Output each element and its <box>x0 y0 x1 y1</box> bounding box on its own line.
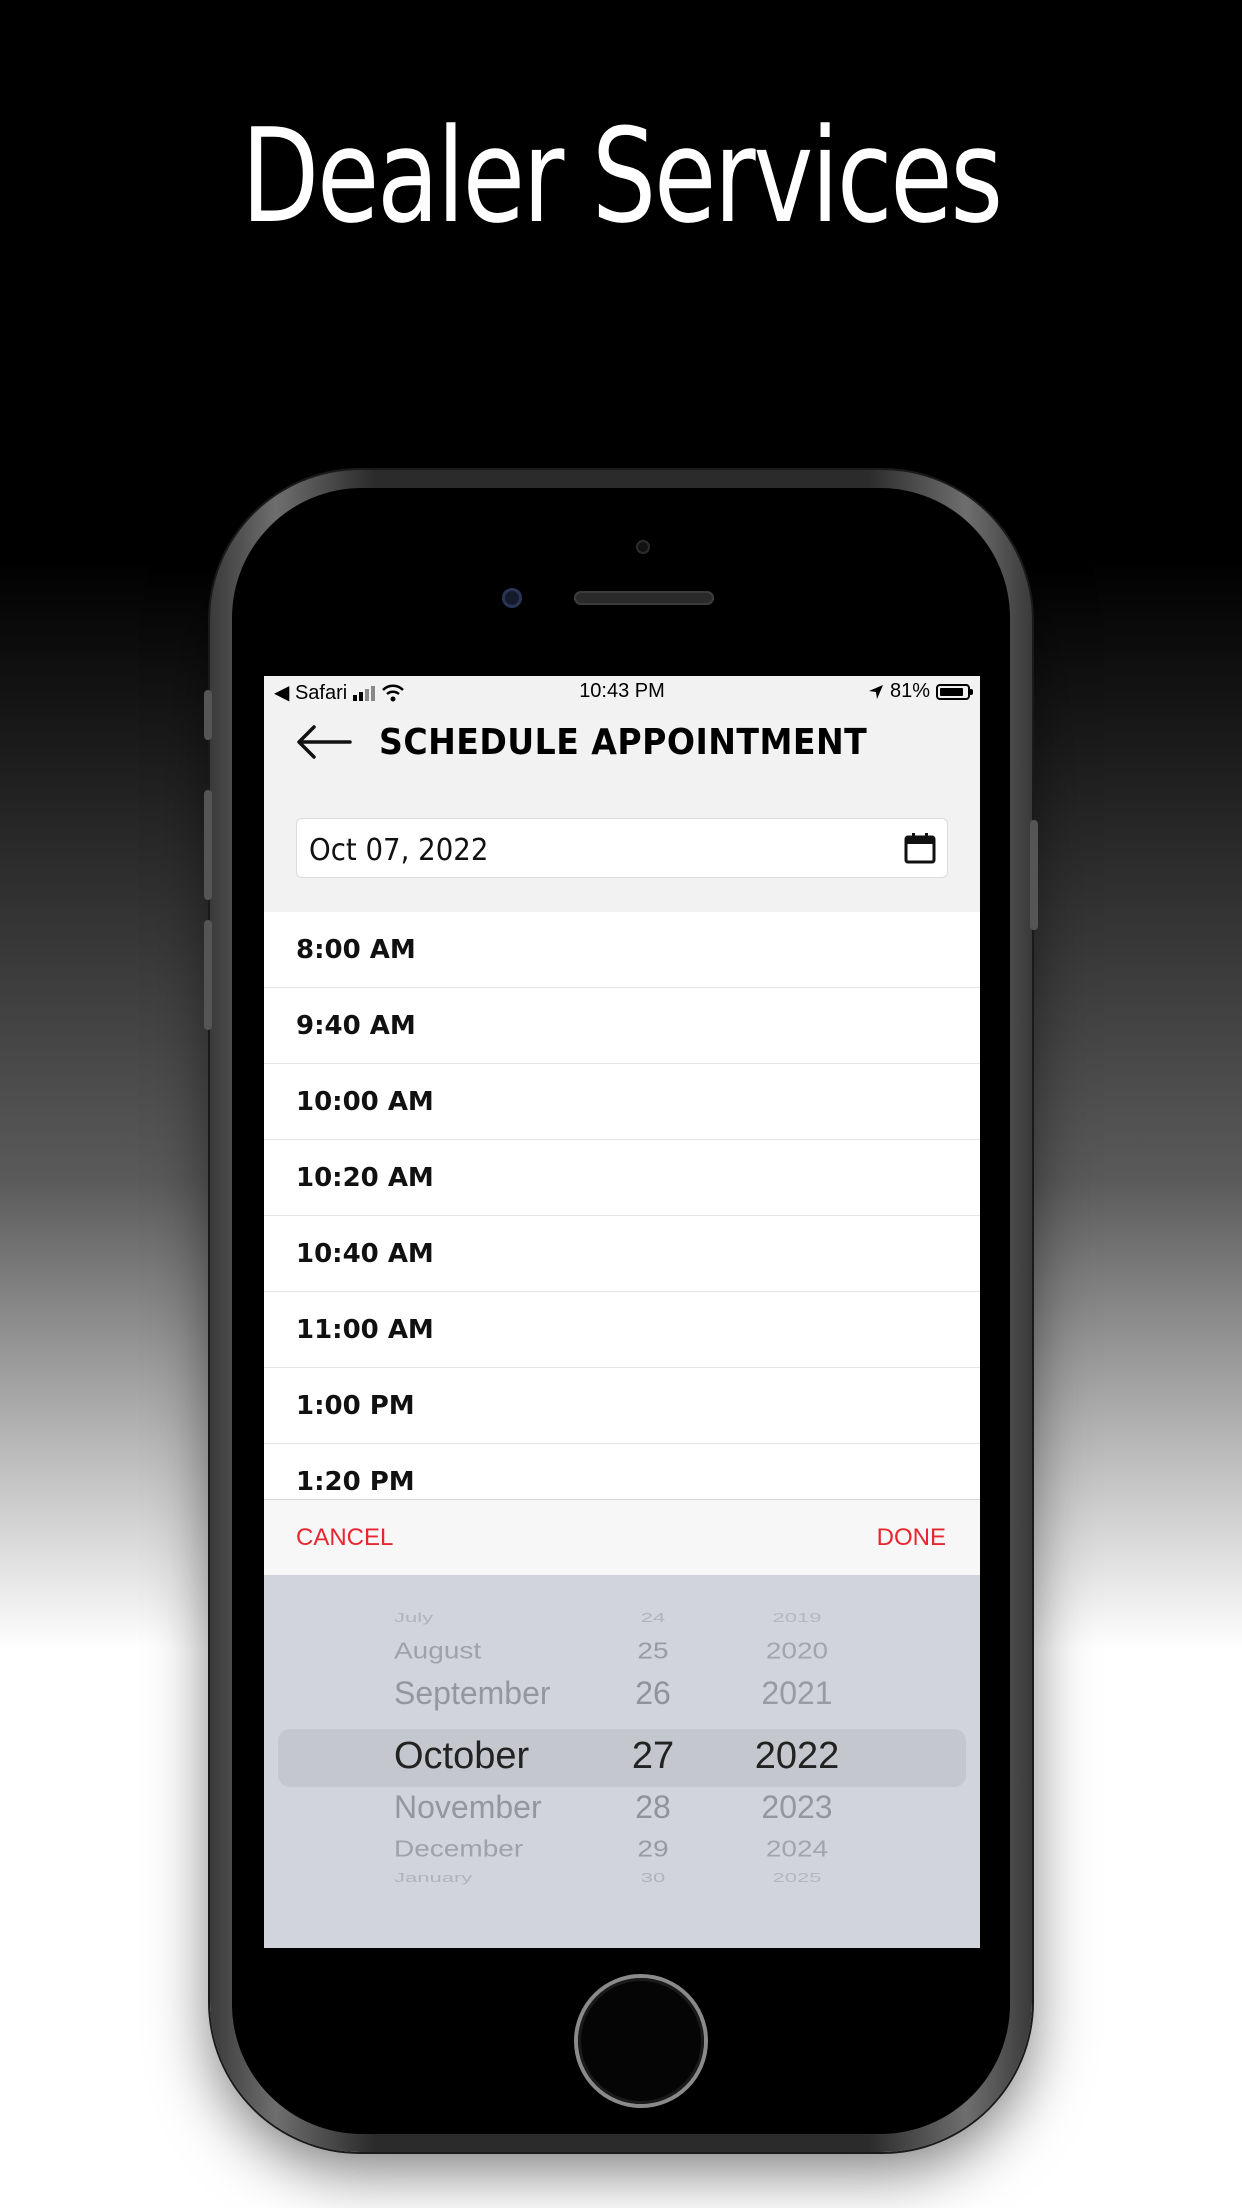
picker-day-item[interactable]: 26 <box>618 1675 688 1712</box>
picker-day-item[interactable]: 30 <box>618 1870 688 1886</box>
battery-icon <box>936 683 973 700</box>
picker-year-item[interactable]: 2024 <box>732 1836 862 1862</box>
picker-month-item[interactable]: December <box>394 1836 523 1862</box>
app-screen: ◀ Safari 10:43 PM 81% SCHEDULE APPOINTME… <box>264 676 980 1948</box>
picker-toolbar: CANCEL DONE <box>264 1499 980 1575</box>
time-slot[interactable]: 1:20 PM <box>264 1444 980 1499</box>
picker-year-selected[interactable]: 2022 <box>732 1735 862 1778</box>
date-picker-wheel[interactable]: July August September October November D… <box>264 1575 980 1948</box>
time-slot[interactable]: 10:20 AM <box>264 1140 980 1216</box>
volume-down-button <box>204 920 212 1030</box>
picker-month-item[interactable]: August <box>394 1638 481 1664</box>
picker-month-item[interactable]: November <box>394 1789 542 1826</box>
time-slot[interactable]: 10:40 AM <box>264 1216 980 1292</box>
picker-day-item[interactable]: 25 <box>618 1638 688 1664</box>
month-wheel[interactable]: July August September October November D… <box>394 1575 594 1948</box>
time-slot[interactable]: 9:40 AM <box>264 988 980 1064</box>
battery-percent: 81% <box>889 680 930 702</box>
location-arrow-icon <box>868 684 883 699</box>
picker-year-item[interactable]: 2023 <box>732 1789 862 1826</box>
time-slot[interactable]: 11:00 AM <box>264 1292 980 1368</box>
picker-year-item[interactable]: 2025 <box>732 1870 862 1886</box>
done-button[interactable]: DONE <box>877 1524 946 1552</box>
picker-month-item[interactable]: September <box>394 1675 551 1712</box>
picker-day-selected[interactable]: 27 <box>618 1735 688 1778</box>
date-field[interactable]: Oct 07, 2022 <box>296 818 948 878</box>
picker-year-item[interactable]: 2019 <box>732 1610 862 1626</box>
time-slot[interactable]: 8:00 AM <box>264 912 980 988</box>
home-button[interactable] <box>578 1978 704 2104</box>
picker-month-item[interactable]: January <box>394 1870 472 1886</box>
calendar-icon[interactable] <box>903 831 937 865</box>
date-value: Oct 07, 2022 <box>309 833 489 868</box>
time-slot[interactable]: 10:00 AM <box>264 1064 980 1140</box>
proximity-sensor <box>636 540 650 554</box>
picker-day-item[interactable]: 28 <box>618 1789 688 1826</box>
mute-switch <box>204 690 212 740</box>
year-wheel[interactable]: 2019 2020 2021 2022 2023 2024 2025 <box>732 1575 862 1948</box>
navigation-bar: SCHEDULE APPOINTMENT <box>264 706 980 786</box>
power-button <box>1030 820 1038 930</box>
front-camera-icon <box>502 588 522 608</box>
picker-day-item[interactable]: 29 <box>618 1836 688 1862</box>
volume-up-button <box>204 790 212 900</box>
picker-month-item[interactable]: July <box>394 1610 433 1626</box>
cancel-button[interactable]: CANCEL <box>296 1524 393 1552</box>
earpiece-speaker <box>574 591 714 605</box>
picker-year-item[interactable]: 2021 <box>732 1675 862 1712</box>
day-wheel[interactable]: 24 25 26 27 28 29 30 <box>618 1575 688 1948</box>
time-slot-list[interactable]: 8:00 AM 9:40 AM 10:00 AM 10:20 AM 10:40 … <box>264 912 980 1499</box>
headline: Dealer Services <box>241 100 1003 252</box>
time-slot[interactable]: 1:00 PM <box>264 1368 980 1444</box>
page-title: SCHEDULE APPOINTMENT <box>379 722 868 763</box>
status-bar: ◀ Safari 10:43 PM 81% <box>264 676 980 706</box>
picker-month-selected[interactable]: October <box>394 1735 529 1778</box>
picker-day-item[interactable]: 24 <box>618 1610 688 1626</box>
back-arrow-icon[interactable] <box>294 722 354 762</box>
picker-year-item[interactable]: 2020 <box>732 1638 862 1664</box>
